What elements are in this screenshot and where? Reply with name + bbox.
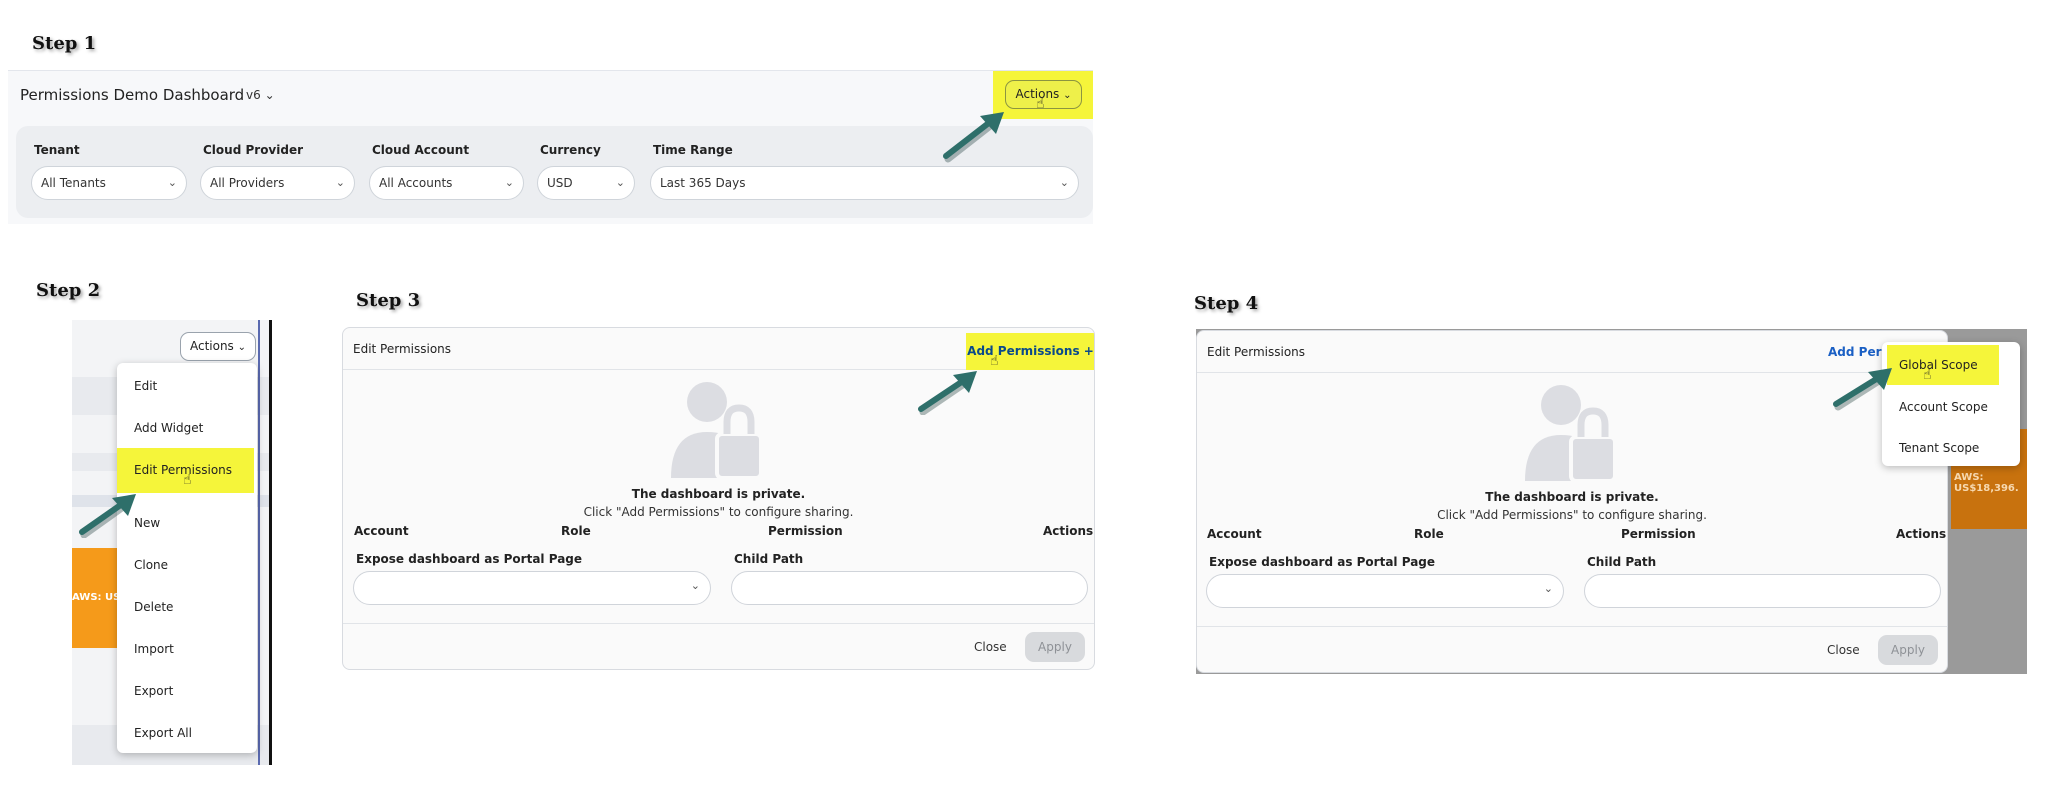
chevron-down-icon: ⌄	[690, 579, 700, 592]
pointer-arrow-icon	[918, 371, 977, 415]
portal-page-label: Expose dashboard as Portal Page	[356, 552, 583, 566]
column-account: Account	[1207, 527, 1262, 541]
background-widget-label: AWS: US$18,396.	[1954, 472, 2019, 494]
step-3-label: Step 3	[356, 290, 421, 311]
hand-cursor-icon: ☝	[183, 472, 192, 488]
filter-label-time-range: Time Range	[653, 143, 733, 157]
step-4-label: Step 4	[1194, 293, 1259, 314]
menu-item-edit-permissions[interactable]: Edit Permissions ☝	[117, 448, 254, 493]
chevron-down-icon: ⌄	[167, 176, 177, 189]
chevron-down-icon: ⌄	[615, 176, 625, 189]
tenant-select[interactable]: All Tenants ⌄	[31, 166, 187, 200]
close-button[interactable]: Close	[974, 640, 1007, 654]
apply-button[interactable]: Apply	[1878, 635, 1938, 665]
portal-page-select[interactable]: ⌄	[353, 571, 711, 605]
dashboard-header-panel: Permissions Demo Dashboard v6 ⌄ Actions …	[8, 70, 1093, 224]
currency-value: USD	[547, 176, 573, 190]
column-account: Account	[354, 524, 409, 538]
menu-item-tenant-scope[interactable]: Tenant Scope	[1882, 428, 2020, 468]
menu-item-clone[interactable]: Clone	[117, 545, 257, 585]
chevron-down-icon: ⌄	[1059, 176, 1069, 189]
currency-select[interactable]: USD ⌄	[537, 166, 635, 200]
modal-footer: Close Apply	[1197, 626, 1947, 672]
filter-label-cloud-provider: Cloud Provider	[203, 143, 304, 157]
step-2-label: Step 2	[36, 280, 101, 301]
actions-label: Actions	[189, 339, 234, 353]
child-path-label: Child Path	[1587, 555, 1657, 569]
child-path-label: Child Path	[734, 552, 804, 566]
portal-page-select[interactable]: ⌄	[1206, 574, 1564, 608]
step-1-label: Step 1	[32, 33, 97, 54]
menu-item-export[interactable]: Export	[117, 671, 257, 711]
filter-label-tenant: Tenant	[34, 143, 80, 157]
lock-user-icon	[1525, 385, 1617, 483]
menu-item-add-widget[interactable]: Add Widget	[117, 408, 257, 448]
cloud-provider-select[interactable]: All Providers ⌄	[200, 166, 355, 200]
chevron-down-icon: ⌄	[504, 176, 514, 189]
modal-header: Edit Permissions Add Permissions + ☝	[343, 328, 1094, 370]
actions-menu-panel: AWS: US$ Actions ⌄ Edit Add Widget Edit …	[72, 320, 272, 765]
hand-cursor-icon: ☝	[990, 353, 999, 369]
actions-button[interactable]: Actions ⌄ ☝	[1005, 80, 1082, 112]
chevron-down-icon: ⌄	[335, 176, 345, 189]
chevron-down-icon: ⌄	[1543, 582, 1553, 595]
private-title: The dashboard is private.	[631, 487, 806, 501]
cloud-account-value: All Accounts	[379, 176, 453, 190]
portal-page-label: Expose dashboard as Portal Page	[1209, 555, 1436, 569]
column-role: Role	[561, 524, 591, 538]
filter-bar: Tenant All Tenants ⌄ Cloud Provider All P…	[16, 126, 1093, 218]
chevron-down-icon: ⌄	[1063, 90, 1072, 101]
menu-item-edit[interactable]: Edit	[117, 366, 257, 406]
actions-button[interactable]: Actions ⌄	[180, 332, 256, 361]
time-range-select[interactable]: Last 365 Days ⌄	[650, 166, 1079, 200]
scope-dropdown-menu: Global Scope ☝ Account Scope Tenant Scop…	[1882, 342, 2020, 466]
menu-item-export-all[interactable]: Export All	[117, 713, 257, 753]
menu-item-delete[interactable]: Delete	[117, 587, 257, 627]
add-permissions-label: Add Permissions +	[967, 344, 1094, 358]
pointer-arrow-icon	[79, 494, 136, 538]
column-actions: Actions	[1896, 527, 1947, 541]
column-actions: Actions	[1043, 524, 1094, 538]
filter-label-cloud-account: Cloud Account	[372, 143, 470, 157]
private-hint: Click "Add Permissions" to configure sha…	[583, 505, 854, 519]
menu-item-import[interactable]: Import	[117, 629, 257, 669]
filter-label-currency: Currency	[540, 143, 601, 157]
modal-title: Edit Permissions	[1207, 345, 1306, 359]
pointer-arrow-icon	[1833, 368, 1892, 411]
pointer-arrow-icon	[943, 112, 1004, 163]
actions-dropdown-menu: Edit Add Widget Edit Permissions ☝ New C…	[117, 363, 257, 753]
time-range-value: Last 365 Days	[660, 176, 746, 190]
cloud-account-select[interactable]: All Accounts ⌄	[369, 166, 524, 200]
modal-footer: Close Apply	[343, 623, 1094, 669]
version-selector[interactable]: v6 ⌄	[246, 88, 275, 102]
close-button[interactable]: Close	[1827, 643, 1860, 657]
column-permission: Permission	[1621, 527, 1696, 541]
divider	[258, 320, 260, 765]
menu-item-global-scope[interactable]: Global Scope ☝	[1887, 345, 1999, 385]
tenant-value: All Tenants	[41, 176, 106, 190]
private-hint: Click "Add Permissions" to configure sha…	[1437, 508, 1707, 522]
private-title: The dashboard is private.	[1485, 490, 1659, 504]
chevron-down-icon: ⌄	[237, 342, 247, 353]
dashboard-title: Permissions Demo Dashboard	[20, 86, 245, 104]
column-role: Role	[1414, 527, 1444, 541]
apply-button[interactable]: Apply	[1025, 632, 1085, 662]
version-label: v6	[246, 88, 261, 102]
menu-item-global-scope-label: Global Scope	[1899, 358, 1978, 372]
child-path-input[interactable]	[1584, 574, 1941, 608]
column-permission: Permission	[768, 524, 843, 538]
modal-title: Edit Permissions	[353, 342, 452, 356]
lock-user-icon	[671, 382, 763, 480]
hand-cursor-icon: ☝	[1036, 96, 1045, 112]
child-path-input[interactable]	[731, 571, 1088, 605]
chevron-down-icon: ⌄	[264, 88, 275, 102]
menu-item-account-scope[interactable]: Account Scope	[1882, 387, 2020, 427]
add-permissions-button[interactable]: Add Permissions + ☝	[966, 333, 1094, 370]
cloud-provider-value: All Providers	[210, 176, 285, 190]
